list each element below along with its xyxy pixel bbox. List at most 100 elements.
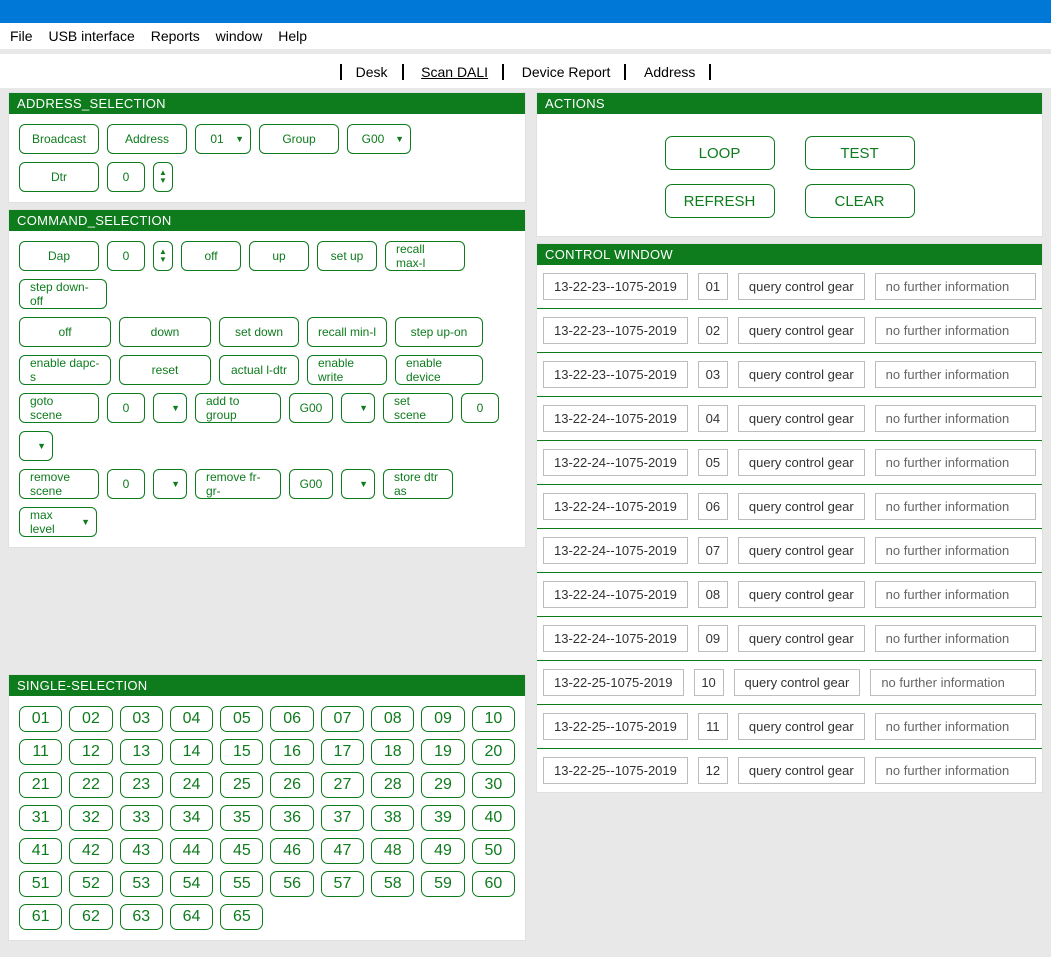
single-cell-60[interactable]: 60 [472,871,515,897]
clear-button[interactable]: CLEAR [805,184,915,218]
tab-desk[interactable]: Desk [340,64,404,80]
single-cell-30[interactable]: 30 [472,772,515,798]
single-cell-58[interactable]: 58 [371,871,414,897]
dap-value[interactable]: 0 [107,241,145,271]
actual-ldtr-button[interactable]: actual l-dtr [219,355,299,385]
dtr-button[interactable]: Dtr [19,162,99,192]
single-cell-50[interactable]: 50 [472,838,515,864]
address-select[interactable]: 01 [195,124,251,154]
single-cell-37[interactable]: 37 [321,805,364,831]
single-cell-64[interactable]: 64 [170,904,213,930]
single-cell-57[interactable]: 57 [321,871,364,897]
single-cell-33[interactable]: 33 [120,805,163,831]
add-group-value[interactable]: G00 [289,393,333,423]
single-cell-14[interactable]: 14 [170,739,213,765]
single-cell-17[interactable]: 17 [321,739,364,765]
tab-address[interactable]: Address [630,64,711,80]
single-cell-02[interactable]: 02 [69,706,112,732]
menu-help[interactable]: Help [278,28,307,44]
recall-max-button[interactable]: recall max-l [385,241,465,271]
single-cell-21[interactable]: 21 [19,772,62,798]
remove-group-button[interactable]: remove fr- gr- [195,469,281,499]
single-cell-04[interactable]: 04 [170,706,213,732]
dap-button[interactable]: Dap [19,241,99,271]
single-cell-06[interactable]: 06 [270,706,313,732]
single-cell-31[interactable]: 31 [19,805,62,831]
dap-spinner[interactable]: ▲▼ [153,241,173,271]
enable-write-button[interactable]: enable write [307,355,387,385]
setup-button[interactable]: set up [317,241,377,271]
single-cell-28[interactable]: 28 [371,772,414,798]
test-button[interactable]: TEST [805,136,915,170]
single-cell-09[interactable]: 09 [421,706,464,732]
add-group-dd[interactable] [341,393,375,423]
single-cell-61[interactable]: 61 [19,904,62,930]
remove-scene-dd[interactable] [153,469,187,499]
address-button[interactable]: Address [107,124,187,154]
single-cell-59[interactable]: 59 [421,871,464,897]
set-down-button[interactable]: set down [219,317,299,347]
single-cell-47[interactable]: 47 [321,838,364,864]
single-cell-45[interactable]: 45 [220,838,263,864]
single-cell-40[interactable]: 40 [472,805,515,831]
single-cell-07[interactable]: 07 [321,706,364,732]
refresh-button[interactable]: REFRESH [665,184,775,218]
single-cell-42[interactable]: 42 [69,838,112,864]
step-down-off-button[interactable]: step down-off [19,279,107,309]
single-cell-12[interactable]: 12 [69,739,112,765]
goto-scene-button[interactable]: goto scene [19,393,99,423]
step-up-on-button[interactable]: step up-on [395,317,483,347]
single-cell-01[interactable]: 01 [19,706,62,732]
off-button[interactable]: off [181,241,241,271]
tab-scan-dali[interactable]: Scan DALI [407,64,504,80]
single-cell-62[interactable]: 62 [69,904,112,930]
single-cell-10[interactable]: 10 [472,706,515,732]
single-cell-44[interactable]: 44 [170,838,213,864]
single-cell-24[interactable]: 24 [170,772,213,798]
remove-scene-value[interactable]: 0 [107,469,145,499]
single-cell-25[interactable]: 25 [220,772,263,798]
single-cell-43[interactable]: 43 [120,838,163,864]
single-cell-22[interactable]: 22 [69,772,112,798]
single-cell-20[interactable]: 20 [472,739,515,765]
single-cell-54[interactable]: 54 [170,871,213,897]
single-cell-41[interactable]: 41 [19,838,62,864]
single-cell-11[interactable]: 11 [19,739,62,765]
single-cell-23[interactable]: 23 [120,772,163,798]
single-cell-39[interactable]: 39 [421,805,464,831]
recall-min-button[interactable]: recall min-l [307,317,387,347]
group-select[interactable]: G00 [347,124,411,154]
store-dtr-button[interactable]: store dtr as [383,469,453,499]
single-cell-13[interactable]: 13 [120,739,163,765]
single-cell-63[interactable]: 63 [120,904,163,930]
single-cell-51[interactable]: 51 [19,871,62,897]
single-cell-08[interactable]: 08 [371,706,414,732]
tab-device-report[interactable]: Device Report [508,64,627,80]
goto-scene-value[interactable]: 0 [107,393,145,423]
menu-usb[interactable]: USB interface [48,28,134,44]
single-cell-53[interactable]: 53 [120,871,163,897]
reset-button[interactable]: reset [119,355,211,385]
single-cell-52[interactable]: 52 [69,871,112,897]
menu-file[interactable]: File [10,28,33,44]
single-cell-19[interactable]: 19 [421,739,464,765]
single-cell-46[interactable]: 46 [270,838,313,864]
menu-window[interactable]: window [216,28,263,44]
down-button[interactable]: down [119,317,211,347]
single-cell-38[interactable]: 38 [371,805,414,831]
single-cell-55[interactable]: 55 [220,871,263,897]
single-cell-36[interactable]: 36 [270,805,313,831]
set-scene-dd[interactable] [19,431,53,461]
single-cell-16[interactable]: 16 [270,739,313,765]
single-cell-03[interactable]: 03 [120,706,163,732]
single-cell-56[interactable]: 56 [270,871,313,897]
single-cell-34[interactable]: 34 [170,805,213,831]
single-cell-15[interactable]: 15 [220,739,263,765]
remove-scene-button[interactable]: remove scene [19,469,99,499]
single-cell-29[interactable]: 29 [421,772,464,798]
set-scene-value[interactable]: 0 [461,393,499,423]
single-cell-49[interactable]: 49 [421,838,464,864]
single-cell-27[interactable]: 27 [321,772,364,798]
up-button[interactable]: up [249,241,309,271]
enable-device-button[interactable]: enable device [395,355,483,385]
